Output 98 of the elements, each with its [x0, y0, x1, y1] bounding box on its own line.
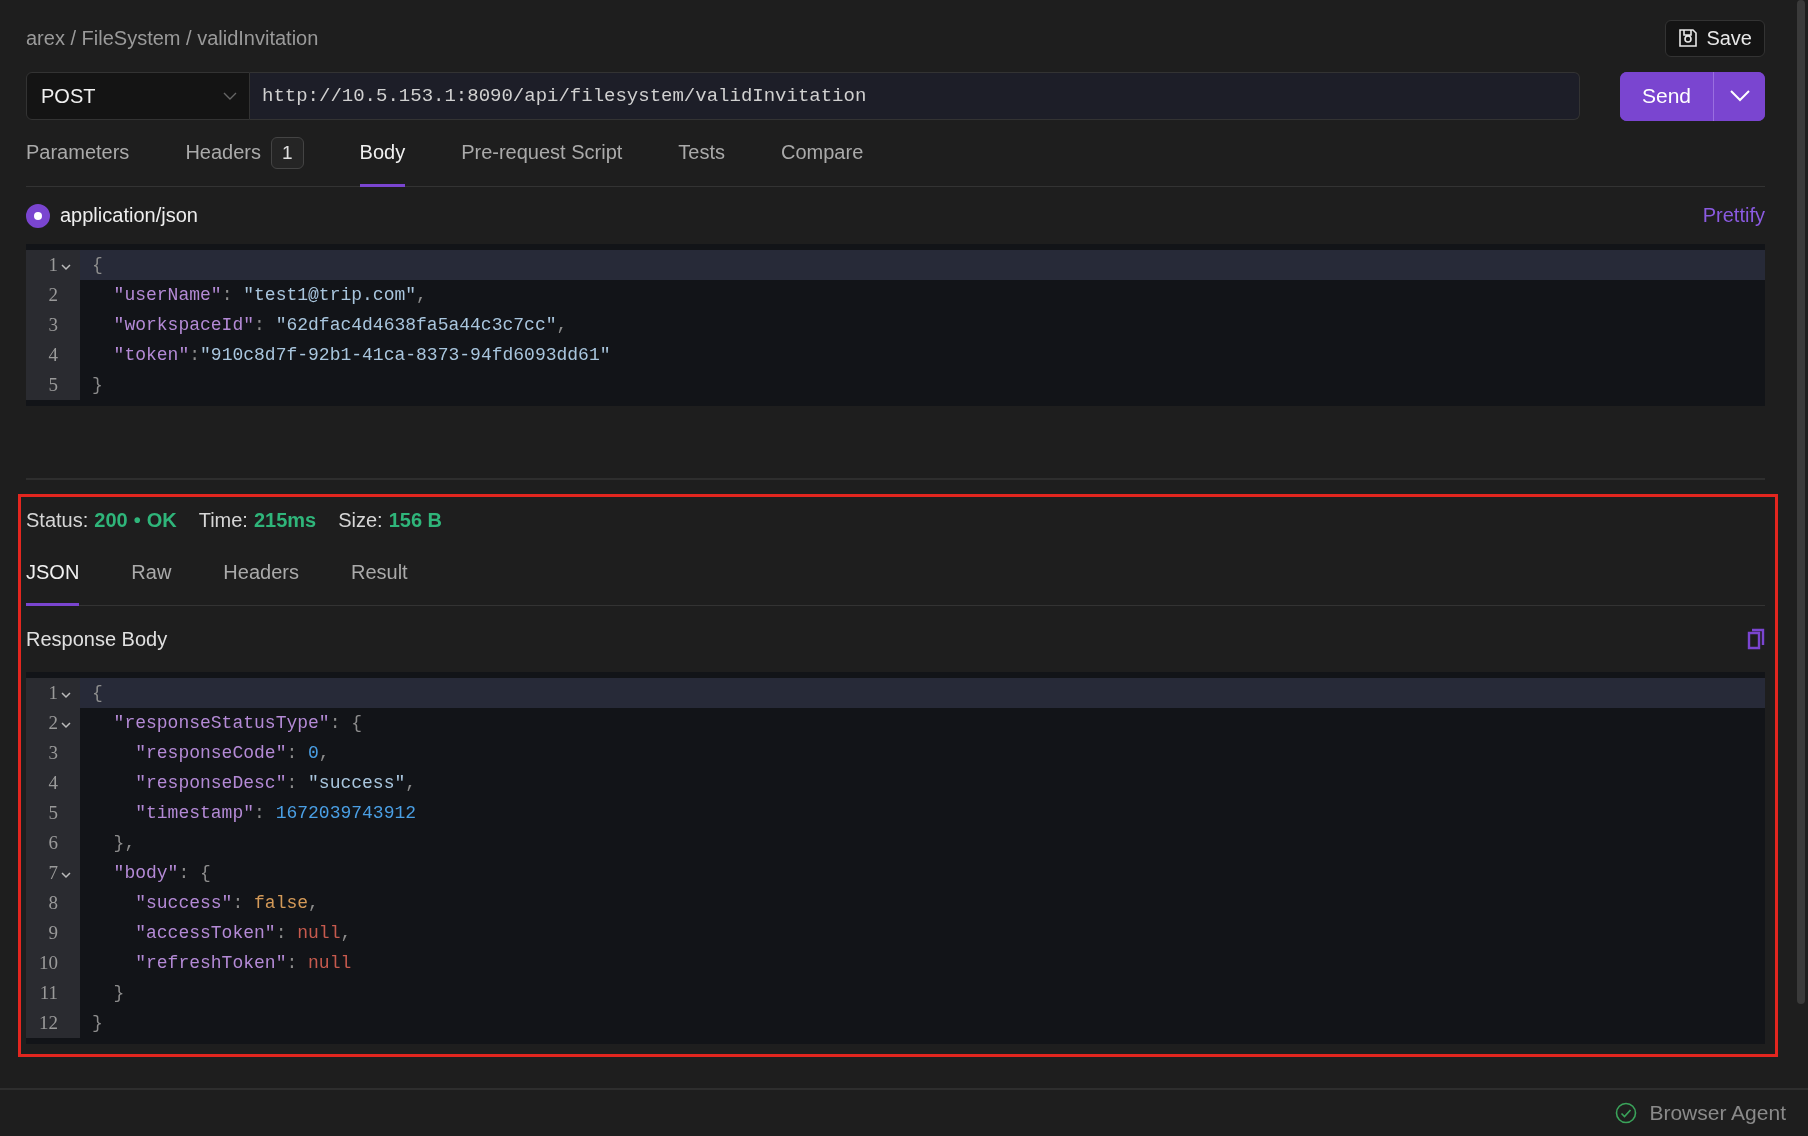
save-button[interactable]: Save: [1665, 19, 1765, 57]
tab[interactable]: Compare: [781, 121, 864, 187]
json-punctuation: {: [92, 683, 103, 703]
json-string: "910c8d7f-92b1-41ca-8373-94fd6093dd61": [200, 345, 611, 365]
count-badge: 1: [271, 136, 304, 169]
json-string: "success": [308, 773, 406, 793]
fold-chevron-icon[interactable]: [61, 872, 71, 879]
json-punctuation: :: [286, 773, 299, 793]
json-punctuation: :: [232, 893, 245, 913]
tab[interactable]: Pre-request Script: [461, 121, 623, 187]
json-punctuation: : {: [178, 863, 211, 883]
json-key: "token": [92, 345, 190, 365]
size-label: Size:: [338, 508, 383, 532]
fold-chevron-icon[interactable]: [61, 692, 71, 699]
line-number: 6: [47, 832, 58, 854]
json-string: "test1@trip.com": [243, 285, 417, 305]
line-number: 3: [47, 742, 58, 764]
tab[interactable]: Parameters: [26, 121, 130, 187]
line-number: 2: [47, 712, 58, 734]
separator-dot: •: [133, 508, 141, 532]
json-punctuation: ,: [318, 743, 330, 763]
content-type-radio[interactable]: application/json: [26, 203, 198, 228]
line-number: 3: [47, 314, 58, 336]
json-key: "responseStatusType": [92, 713, 330, 733]
line-number: 4: [47, 344, 58, 366]
json-punctuation: : {: [329, 713, 363, 733]
json-number: 0: [308, 743, 319, 763]
status-code: 200: [94, 508, 128, 532]
tab[interactable]: Body: [359, 121, 406, 187]
json-punctuation: :: [286, 953, 299, 973]
json-punctuation: }: [92, 1013, 103, 1033]
request-body-editor[interactable]: 1 { 2 "userName": "test1@trip.com", 3 "workspaceId": "62dfac4d4638fa5a44c3c7cc", 4 "token":"910c8d7f-92b1-41ca-8373-94fd6093dd61" 5 }: [26, 244, 1765, 406]
line-number: 4: [47, 772, 58, 794]
tab[interactable]: Headers 1: [185, 121, 304, 187]
json-punctuation: }: [92, 375, 103, 395]
agent-status: Browser Agent: [1649, 1101, 1786, 1125]
prettify-link[interactable]: Prettify: [1702, 204, 1765, 227]
method-select[interactable]: POST: [26, 72, 250, 120]
json-punctuation: :: [286, 743, 299, 763]
json-punctuation: },: [112, 833, 136, 853]
json-key: "timestamp": [92, 803, 255, 823]
line-number: 2: [47, 284, 58, 306]
check-circle-icon: [1615, 1102, 1638, 1124]
scrollbar[interactable]: [1797, 0, 1805, 1004]
json-null: null: [308, 953, 352, 973]
json-punctuation: :: [254, 315, 266, 335]
json-key: "responseCode": [92, 743, 287, 763]
json-key: "userName": [92, 285, 222, 305]
size-value: 156 B: [388, 508, 443, 532]
line-number: 9: [47, 922, 58, 944]
json-punctuation: ,: [340, 923, 352, 943]
json-punctuation: ,: [405, 773, 417, 793]
json-punctuation: :: [221, 285, 234, 305]
json-punctuation: ,: [308, 893, 319, 913]
json-string: "62dfac4d4638fa5a44c3c7cc": [275, 315, 557, 335]
json-key: "body": [92, 863, 179, 883]
json-key: "accessToken": [92, 923, 276, 943]
json-boolean: false: [254, 893, 309, 913]
line-number: 12: [38, 1012, 58, 1034]
json-punctuation: ,: [556, 315, 568, 335]
json-key: "refreshToken": [92, 953, 287, 973]
json-punctuation: }: [112, 983, 125, 1003]
fold-chevron-icon[interactable]: [61, 722, 71, 729]
copy-icon[interactable]: [1747, 628, 1765, 650]
time-label: Time:: [198, 508, 248, 532]
tab[interactable]: Raw: [131, 542, 172, 606]
chevron-down-icon: [223, 92, 237, 100]
line-number: 5: [47, 374, 58, 396]
response-body-title: Response Body: [26, 627, 168, 651]
line-number: 8: [47, 892, 58, 914]
line-number: 10: [38, 952, 58, 974]
json-key: "responseDesc": [92, 773, 287, 793]
status-message: OK: [146, 508, 177, 532]
time-value: 215ms: [253, 508, 317, 532]
line-number: 11: [38, 982, 58, 1004]
line-number: 7: [47, 862, 58, 884]
json-key: "workspaceId": [92, 315, 255, 335]
tab[interactable]: Headers: [223, 542, 299, 606]
fold-chevron-icon[interactable]: [61, 264, 71, 271]
json-punctuation: ,: [416, 285, 427, 305]
chevron-down-icon: [1729, 90, 1750, 102]
breadcrumb: arex / FileSystem / validInvitation: [26, 26, 319, 50]
tab[interactable]: Tests: [678, 121, 725, 187]
json-punctuation: {: [92, 255, 103, 275]
json-null: null: [297, 923, 341, 943]
json-punctuation: :: [189, 345, 201, 365]
status-label: Status:: [26, 508, 89, 532]
tab[interactable]: JSON: [26, 542, 80, 606]
line-number: 5: [47, 802, 58, 824]
tab[interactable]: Result: [350, 542, 408, 606]
url-field[interactable]: http://10.5.153.1:8090/api/filesystem/validInvitation: [250, 72, 1580, 120]
line-number: 1: [47, 254, 58, 276]
json-key: "success": [92, 893, 233, 913]
json-number: 1672039743912: [275, 803, 417, 823]
json-punctuation: :: [275, 923, 288, 943]
send-options-button[interactable]: [1713, 71, 1765, 121]
line-number: 1: [47, 682, 58, 704]
json-punctuation: :: [254, 803, 266, 823]
